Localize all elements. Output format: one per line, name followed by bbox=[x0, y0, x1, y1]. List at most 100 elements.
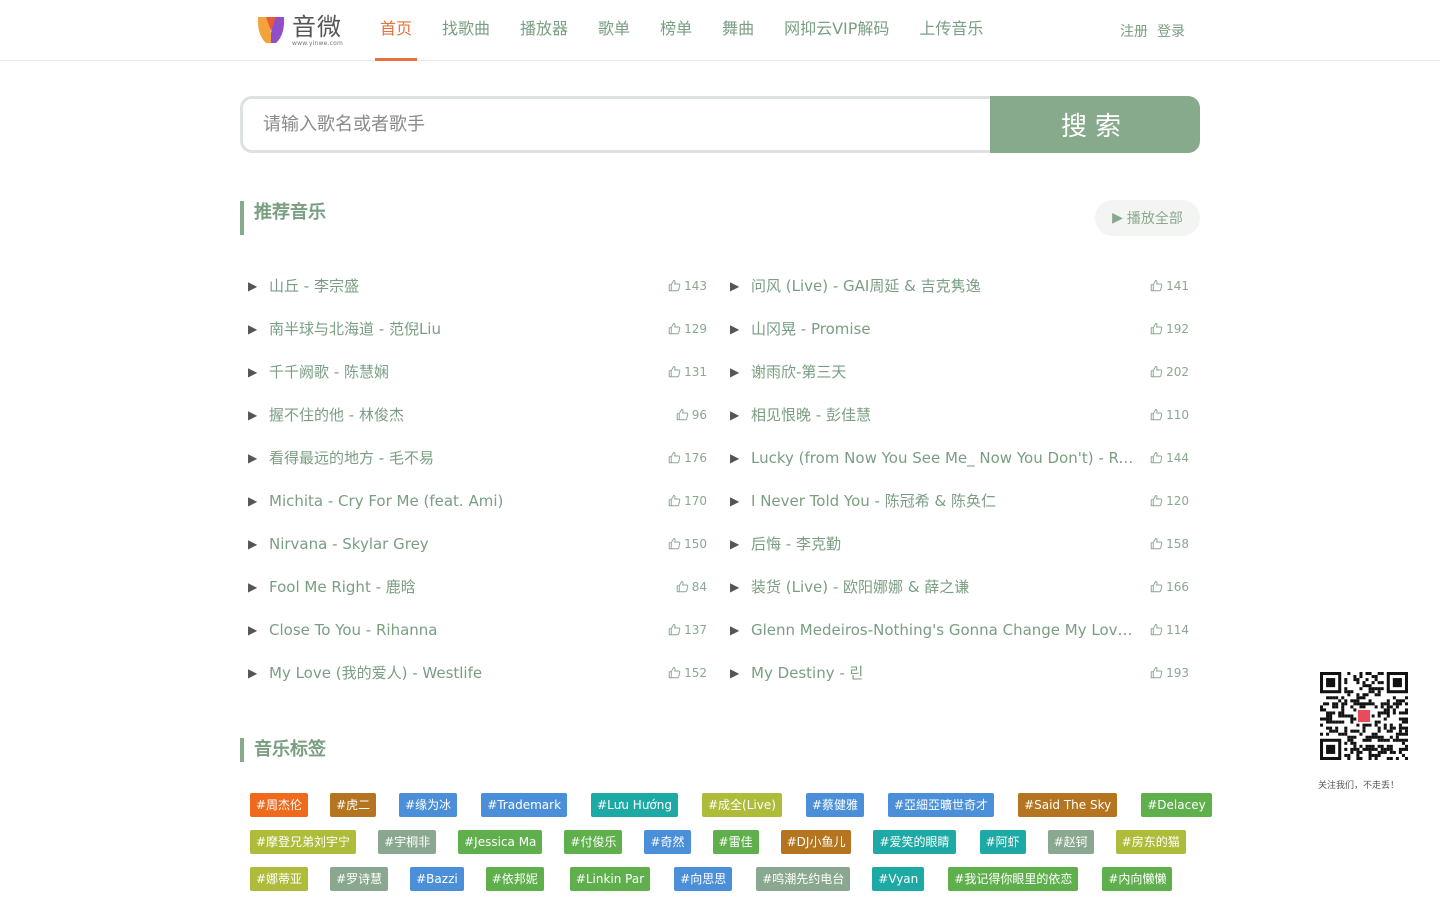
song-name[interactable]: 南半球与北海道 - 范倪Liu bbox=[269, 318, 441, 339]
like-count[interactable]: 202 bbox=[1150, 365, 1189, 379]
tag-item[interactable]: #Trademark bbox=[481, 793, 568, 817]
song-row[interactable]: ▶ 装货 (Live) - 欧阳娜娜 & 薛之谦 166 bbox=[722, 565, 1192, 608]
like-count[interactable]: 192 bbox=[1150, 322, 1189, 336]
tag-item[interactable]: #罗诗慧 bbox=[330, 867, 389, 891]
tag-item[interactable]: #依邦妮 bbox=[485, 867, 544, 891]
song-name[interactable]: I Never Told You - 陈冠希 & 陈奂仁 bbox=[751, 490, 996, 511]
song-name[interactable]: 谢雨欣-第三天 bbox=[751, 361, 846, 382]
tag-item[interactable]: #成全(Live) bbox=[702, 793, 782, 817]
register-link[interactable]: 注册 bbox=[1120, 21, 1148, 41]
song-name[interactable]: 相见恨晚 - 彭佳慧 bbox=[751, 404, 871, 425]
like-count[interactable]: 144 bbox=[1150, 451, 1189, 465]
like-count[interactable]: 141 bbox=[1150, 279, 1189, 293]
play-icon[interactable]: ▶ bbox=[248, 322, 258, 336]
like-count[interactable]: 193 bbox=[1150, 666, 1189, 680]
like-count[interactable]: 150 bbox=[668, 537, 707, 551]
play-icon[interactable]: ▶ bbox=[248, 494, 258, 508]
nav-item-0[interactable]: 首页 bbox=[375, 0, 418, 61]
like-count[interactable]: 176 bbox=[668, 451, 707, 465]
site-logo[interactable]: 音微 www.yinwe.com bbox=[255, 13, 343, 47]
song-name[interactable]: My Destiny - 린 bbox=[751, 662, 863, 683]
nav-item-5[interactable]: 舞曲 bbox=[717, 0, 759, 61]
song-name[interactable]: 山丘 - 李宗盛 bbox=[269, 275, 359, 296]
song-row[interactable]: ▶ Glenn Medeiros-Nothing's Gonna Change M… bbox=[722, 608, 1192, 651]
play-icon[interactable]: ▶ bbox=[730, 623, 740, 637]
like-count[interactable]: 166 bbox=[1150, 580, 1189, 594]
song-row[interactable]: ▶ 谢雨欣-第三天 202 bbox=[722, 350, 1192, 393]
tag-item[interactable]: #DJ小鱼儿 bbox=[780, 830, 852, 854]
song-name[interactable]: 看得最远的地方 - 毛不易 bbox=[269, 447, 434, 468]
tag-item[interactable]: #向思思 bbox=[674, 867, 733, 891]
play-icon[interactable]: ▶ bbox=[730, 494, 740, 508]
play-icon[interactable]: ▶ bbox=[248, 623, 258, 637]
tag-item[interactable]: #奇然 bbox=[644, 830, 691, 854]
play-icon[interactable]: ▶ bbox=[248, 451, 258, 465]
song-name[interactable]: 千千阙歌 - 陈慧娴 bbox=[269, 361, 389, 382]
search-button[interactable]: 搜索 bbox=[990, 96, 1200, 153]
song-row[interactable]: ▶ 山丘 - 李宗盛 143 bbox=[240, 264, 710, 307]
tag-item[interactable]: #周杰伦 bbox=[250, 793, 309, 817]
search-input[interactable] bbox=[240, 96, 990, 153]
song-name[interactable]: Fool Me Right - 鹿晗 bbox=[269, 576, 416, 597]
song-row[interactable]: ▶ My Love (我的爱人) - Westlife 152 bbox=[240, 651, 710, 694]
song-row[interactable]: ▶ Lucky (from Now You See Me_ Now You Don… bbox=[722, 436, 1192, 479]
play-icon[interactable]: ▶ bbox=[730, 580, 740, 594]
song-name[interactable]: Lucky (from Now You See Me_ Now You Don'… bbox=[751, 449, 1139, 467]
tag-item[interactable]: #Said The Sky bbox=[1018, 793, 1118, 817]
play-icon[interactable]: ▶ bbox=[248, 279, 258, 293]
tag-item[interactable]: #房东的猫 bbox=[1115, 830, 1186, 854]
tag-item[interactable]: #Jessica Ma bbox=[458, 830, 543, 854]
play-icon[interactable]: ▶ bbox=[730, 365, 740, 379]
song-row[interactable]: ▶ 山冈晃 - Promise 192 bbox=[722, 307, 1192, 350]
nav-item-2[interactable]: 播放器 bbox=[515, 0, 573, 61]
play-icon[interactable]: ▶ bbox=[248, 365, 258, 379]
song-row[interactable]: ▶ 看得最远的地方 - 毛不易 176 bbox=[240, 436, 710, 479]
tag-item[interactable]: #雷佳 bbox=[712, 830, 759, 854]
tag-item[interactable]: #内向懒懒 bbox=[1102, 867, 1173, 891]
song-row[interactable]: ▶ Michita - Cry For Me (feat. Ami) 170 bbox=[240, 479, 710, 522]
song-row[interactable]: ▶ I Never Told You - 陈冠希 & 陈奂仁 120 bbox=[722, 479, 1192, 522]
song-name[interactable]: 握不住的他 - 林俊杰 bbox=[269, 404, 404, 425]
like-count[interactable]: 84 bbox=[676, 580, 707, 594]
tag-item[interactable]: #宇桐非 bbox=[378, 830, 437, 854]
play-icon[interactable]: ▶ bbox=[730, 322, 740, 336]
song-row[interactable]: ▶ 千千阙歌 - 陈慧娴 131 bbox=[240, 350, 710, 393]
nav-item-4[interactable]: 榜单 bbox=[655, 0, 697, 61]
song-row[interactable]: ▶ 握不住的他 - 林俊杰 96 bbox=[240, 393, 710, 436]
play-icon[interactable]: ▶ bbox=[730, 666, 740, 680]
like-count[interactable]: 137 bbox=[668, 623, 707, 637]
play-icon[interactable]: ▶ bbox=[730, 408, 740, 422]
play-icon[interactable]: ▶ bbox=[730, 537, 740, 551]
like-count[interactable]: 120 bbox=[1150, 494, 1189, 508]
tag-item[interactable]: #Linkin Par bbox=[569, 867, 651, 891]
song-name[interactable]: Nirvana - Skylar Grey bbox=[269, 535, 429, 553]
like-count[interactable]: 158 bbox=[1150, 537, 1189, 551]
tag-item[interactable]: #虎二 bbox=[330, 793, 377, 817]
like-count[interactable]: 114 bbox=[1150, 623, 1189, 637]
song-name[interactable]: Michita - Cry For Me (feat. Ami) bbox=[269, 492, 503, 510]
tag-item[interactable]: #鸣潮先约电台 bbox=[756, 867, 851, 891]
song-name[interactable]: My Love (我的爱人) - Westlife bbox=[269, 662, 482, 683]
tag-item[interactable]: #蔡健雅 bbox=[805, 793, 864, 817]
song-row[interactable]: ▶ 南半球与北海道 - 范倪Liu 129 bbox=[240, 307, 710, 350]
nav-item-7[interactable]: 上传音乐 bbox=[914, 0, 988, 61]
tag-item[interactable]: #Delacey bbox=[1141, 793, 1212, 817]
song-row[interactable]: ▶ Close To You - Rihanna 137 bbox=[240, 608, 710, 651]
tag-item[interactable]: #爱笑的眼睛 bbox=[873, 830, 956, 854]
song-name[interactable]: 装货 (Live) - 欧阳娜娜 & 薛之谦 bbox=[751, 576, 969, 597]
song-row[interactable]: ▶ Nirvana - Skylar Grey 150 bbox=[240, 522, 710, 565]
song-name[interactable]: 山冈晃 - Promise bbox=[751, 318, 871, 339]
play-icon[interactable]: ▶ bbox=[248, 580, 258, 594]
like-count[interactable]: 170 bbox=[668, 494, 707, 508]
tag-item[interactable]: #付俊乐 bbox=[564, 830, 623, 854]
tag-item[interactable]: #赵钶 bbox=[1047, 830, 1094, 854]
song-name[interactable]: Close To You - Rihanna bbox=[269, 621, 438, 639]
like-count[interactable]: 152 bbox=[668, 666, 707, 680]
nav-item-6[interactable]: 网抑云VIP解码 bbox=[779, 0, 894, 61]
song-name[interactable]: Glenn Medeiros-Nothing's Gonna Change My… bbox=[751, 621, 1139, 639]
like-count[interactable]: 131 bbox=[668, 365, 707, 379]
tag-item[interactable]: #Vyan bbox=[872, 867, 925, 891]
tag-item[interactable]: #摩登兄弟刘宇宁 bbox=[250, 830, 357, 854]
like-count[interactable]: 96 bbox=[676, 408, 707, 422]
tag-item[interactable]: #娜蒂亚 bbox=[250, 867, 309, 891]
